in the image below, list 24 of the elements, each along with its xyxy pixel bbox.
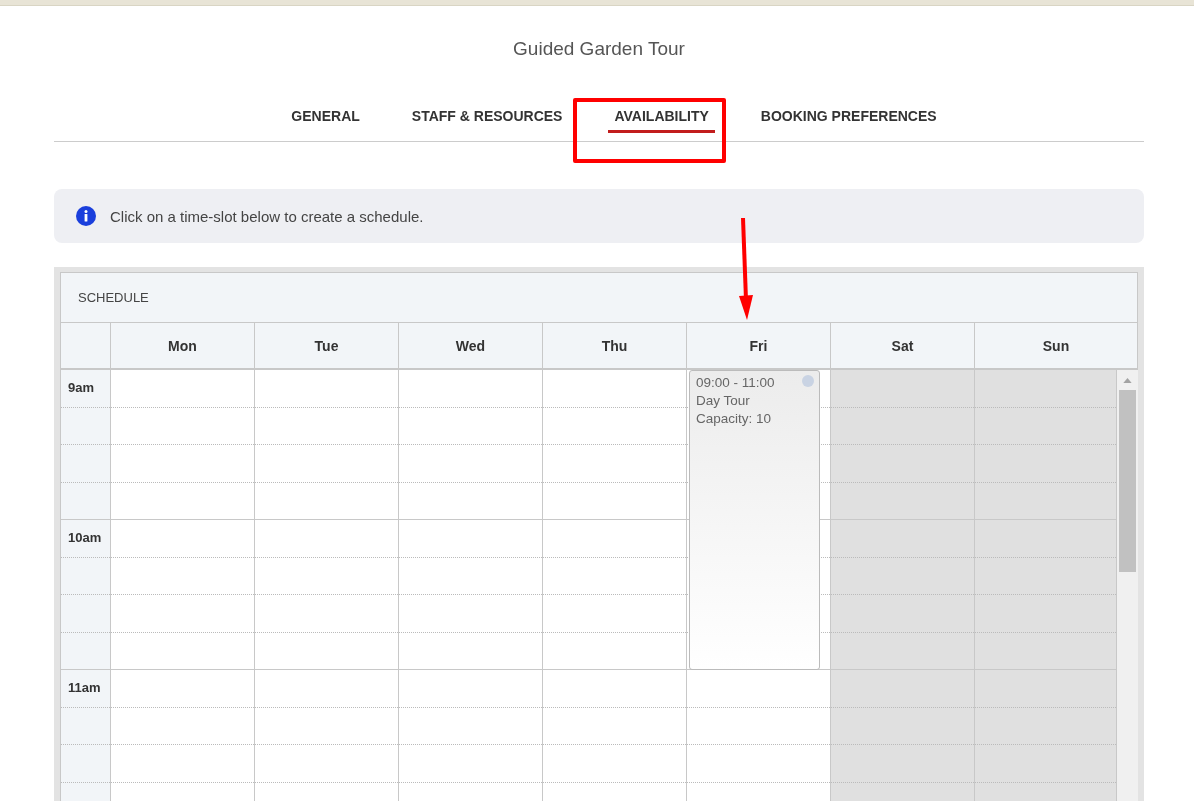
tab[interactable]: BOOKING PREFERENCES xyxy=(754,98,943,133)
day-column[interactable] xyxy=(399,370,543,801)
schedule-event[interactable]: 09:00 - 11:00 Day Tour Capacity: 10 xyxy=(689,370,820,670)
day-column[interactable]: 09:00 - 11:00 Day Tour Capacity: 10 xyxy=(687,370,831,801)
info-icon xyxy=(76,206,96,226)
tab[interactable]: STAFF & RESOURCES xyxy=(405,98,569,133)
day-column[interactable] xyxy=(255,370,399,801)
tab[interactable]: AVAILABILITY xyxy=(608,98,715,133)
day-column[interactable] xyxy=(543,370,687,801)
tab[interactable]: GENERAL xyxy=(285,98,366,133)
status-dot xyxy=(802,375,814,387)
event-time: 09:00 - 11:00 xyxy=(696,374,775,392)
time-label: 10am xyxy=(68,530,102,545)
day-column[interactable] xyxy=(111,370,255,801)
time-label: 9am xyxy=(68,380,95,395)
info-text: Click on a time-slot below to create a schedule. xyxy=(110,207,424,225)
page-title: Guided Garden Tour xyxy=(512,38,686,61)
scroll-up-icon[interactable] xyxy=(1123,378,1132,383)
scrollbar-thumb[interactable] xyxy=(1119,390,1136,572)
time-label: 11am xyxy=(68,680,101,695)
event-title: Day Tour xyxy=(696,392,750,410)
scrollbar[interactable] xyxy=(1117,370,1138,801)
schedule-title: SCHEDULE xyxy=(78,290,149,305)
event-capacity: Capacity: 10 xyxy=(696,410,772,428)
